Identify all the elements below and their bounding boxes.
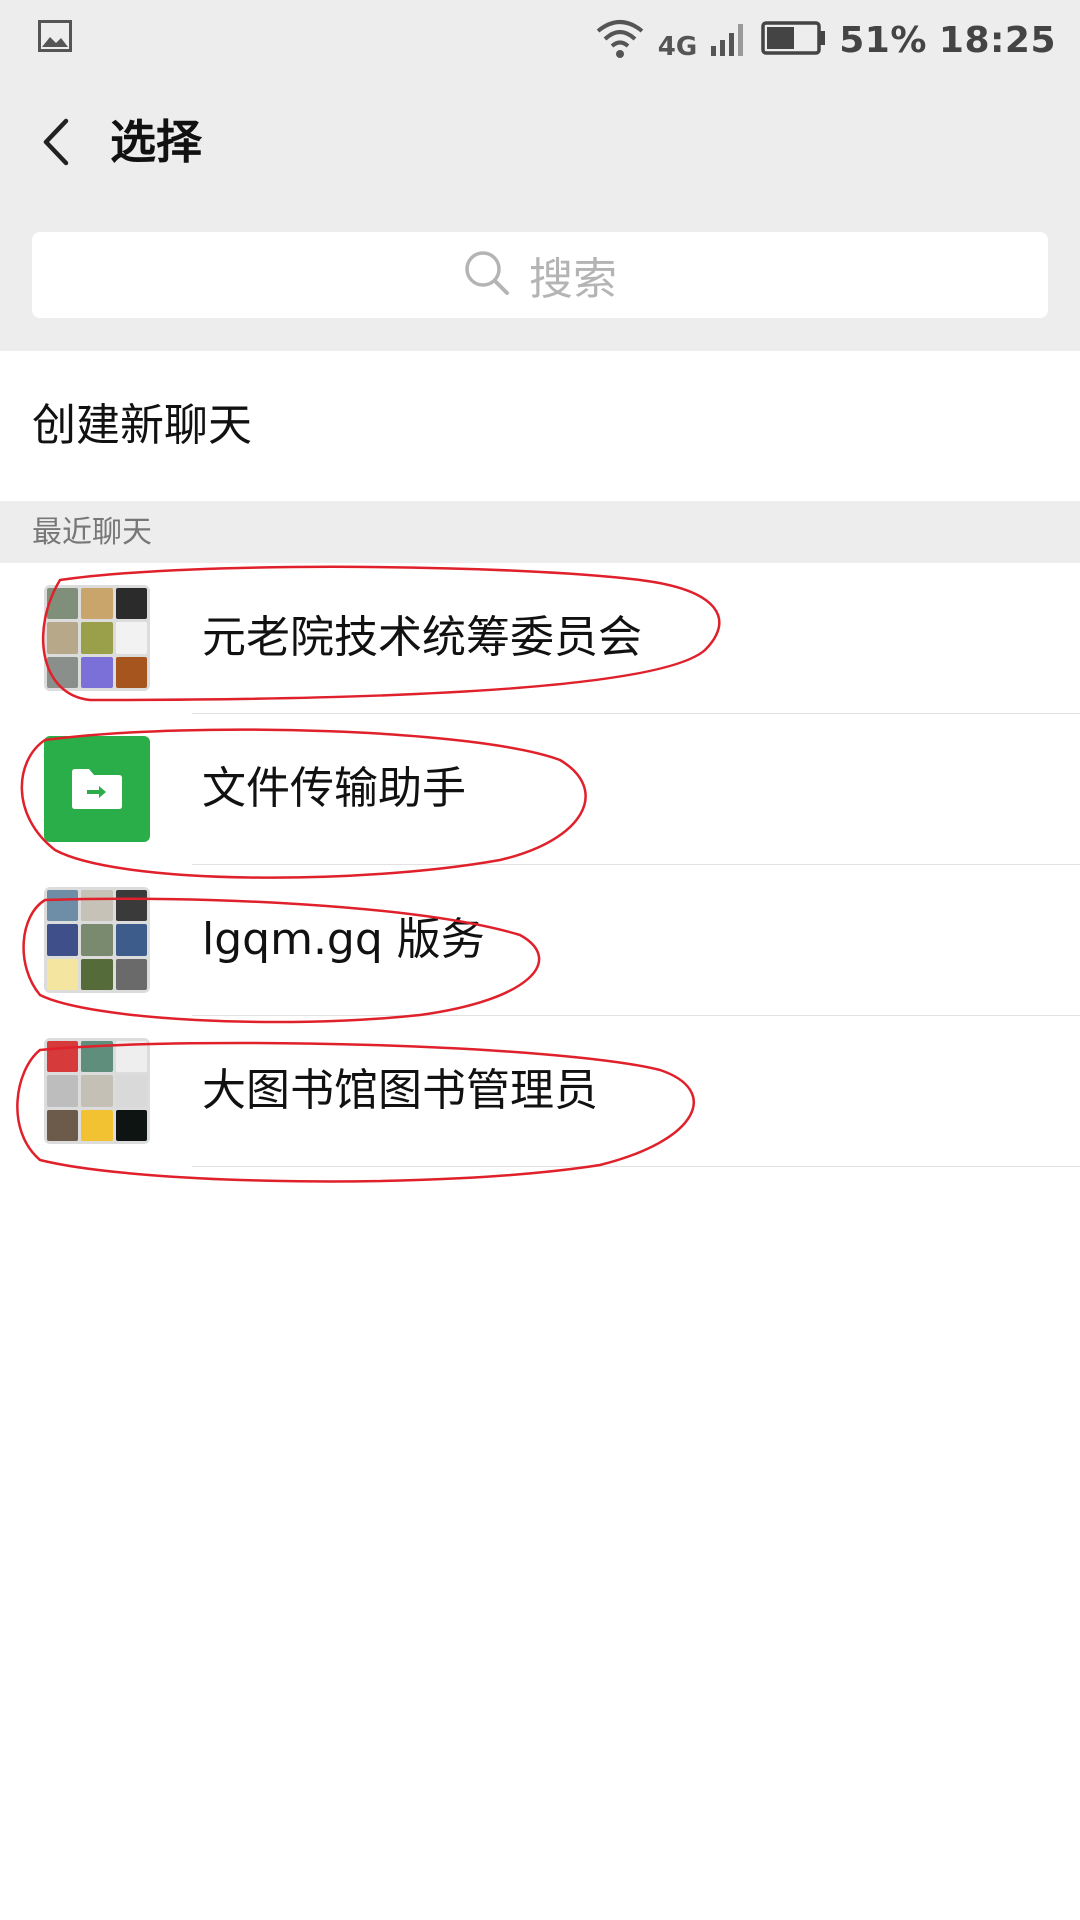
chat-item-librarian[interactable]: 大图书馆图书管理员	[0, 1016, 1080, 1167]
battery-percent: 51%	[839, 19, 927, 61]
recent-chats-header: 最近聊天	[0, 501, 1080, 563]
create-new-chat-button[interactable]: 创建新聊天	[0, 351, 1080, 501]
recent-chats-label: 最近聊天	[32, 515, 152, 550]
battery-icon	[761, 21, 827, 59]
back-button[interactable]	[20, 106, 92, 178]
chat-item-file-transfer[interactable]: 文件传输助手	[0, 714, 1080, 865]
chat-name: 文件传输助手	[202, 763, 466, 814]
signal-icon	[709, 18, 749, 62]
search-placeholder: 搜索	[529, 254, 617, 305]
chat-name: 大图书馆图书管理员	[202, 1065, 598, 1116]
folder-arrow-icon	[72, 769, 122, 809]
chat-name: 元老院技术统筹委员会	[202, 612, 642, 663]
recent-chat-list: 元老院技术统筹委员会 文件传输助手 lgqm.gq 版务 大图书馆图书管理员	[0, 563, 1080, 1167]
image-notification-icon	[38, 20, 72, 52]
search-icon	[463, 249, 511, 301]
network-type: 4G	[657, 32, 698, 62]
status-bar: 4G 51% 18:25	[0, 0, 1080, 80]
page-title: 选择	[110, 115, 202, 169]
header: 选择	[0, 92, 1080, 192]
file-transfer-avatar	[44, 736, 150, 842]
group-avatar	[44, 585, 150, 691]
wifi-icon	[594, 15, 646, 65]
chat-item-lgqm-affairs[interactable]: lgqm.gq 版务	[0, 865, 1080, 1016]
clock: 18:25	[938, 19, 1056, 61]
create-new-chat-label: 创建新聊天	[32, 400, 252, 451]
group-avatar	[44, 1038, 150, 1144]
back-arrow-icon	[43, 118, 69, 166]
chat-name: lgqm.gq 版务	[202, 914, 485, 965]
search-input[interactable]: 搜索	[32, 232, 1048, 318]
status-right: 4G 51% 18:25	[594, 8, 1056, 72]
chat-item-tech-committee[interactable]: 元老院技术统筹委员会	[0, 563, 1080, 714]
group-avatar	[44, 887, 150, 993]
divider	[192, 1166, 1080, 1167]
